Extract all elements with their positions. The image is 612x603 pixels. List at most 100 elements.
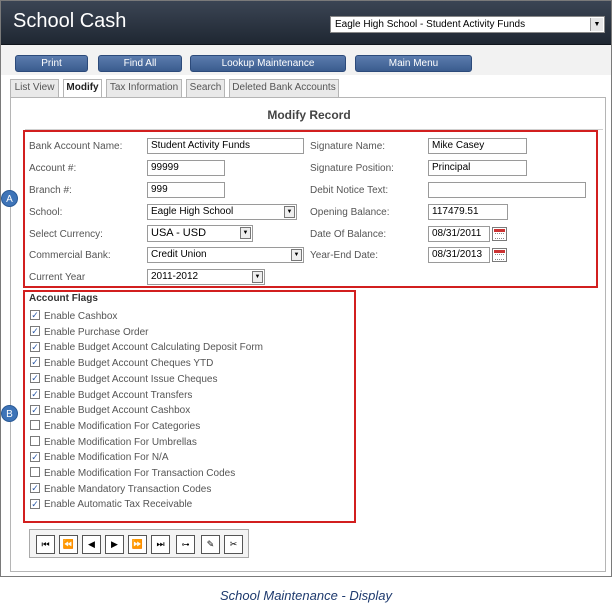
link-icon[interactable]: ⊶	[176, 535, 195, 554]
account-flag-item[interactable]: ✓ Enable Cashbox	[30, 310, 118, 323]
account-flag-item[interactable]: ✓ Enable Budget Account Cashbox	[30, 404, 190, 417]
account-flag-label: Enable Cashbox	[44, 311, 118, 322]
account-flag-item[interactable]: ✓ Enable Modification For N/A	[30, 451, 169, 464]
account-flag-label: Enable Modification For N/A	[44, 452, 169, 464]
checkbox[interactable]: ✓	[30, 326, 40, 337]
chevron-down-icon[interactable]: ▼	[252, 271, 263, 283]
previous-record-icon[interactable]: ◀	[82, 535, 101, 554]
lookup-maintenance-button[interactable]: Lookup Maintenance	[190, 55, 346, 72]
main-menu-button[interactable]: Main Menu	[355, 55, 472, 72]
debit-notice-text-label: Debit Notice Text:	[310, 185, 389, 196]
school-selector-value: Eagle High School - Student Activity Fun…	[335, 19, 526, 30]
app-window: School Cash Eagle High School - Student …	[0, 0, 612, 577]
currency-select[interactable]: USA - USD ▼	[147, 225, 253, 242]
date-of-balance-label: Date Of Balance:	[310, 229, 387, 240]
chevron-down-icon[interactable]: ▼	[291, 249, 302, 261]
checkbox[interactable]: ✓	[30, 341, 40, 352]
signature-position-label: Signature Position:	[310, 163, 394, 174]
bank-account-name-field[interactable]: Student Activity Funds	[147, 138, 304, 154]
branch-number-label: Branch #:	[29, 185, 72, 196]
opening-balance-field[interactable]: 117479.51	[428, 204, 508, 220]
checkbox[interactable]: ✓	[30, 310, 40, 321]
date-of-balance-field[interactable]: 08/31/2011	[428, 226, 490, 242]
figure-caption: School Maintenance - Display	[220, 588, 392, 603]
commercial-bank-label: Commercial Bank:	[29, 250, 111, 261]
commercial-bank-select-value: Credit Union	[151, 249, 207, 260]
checkbox[interactable]	[30, 420, 40, 431]
chevron-down-icon[interactable]: ▼	[284, 206, 295, 218]
next-record-icon[interactable]: ▶	[105, 535, 124, 554]
account-flag-item[interactable]: ✓ Enable Budget Account Calculating Depos…	[30, 341, 264, 354]
tab-tax-information[interactable]: Tax Information	[106, 79, 182, 97]
delete-icon[interactable]: ✂	[224, 535, 243, 554]
select-currency-label: Select Currency:	[29, 229, 103, 240]
last-record-icon[interactable]: ⏭	[151, 535, 170, 554]
current-year-label: Current Year	[29, 272, 86, 283]
school-select-value: Eagle High School	[151, 206, 234, 217]
checkbox[interactable]: ✓	[30, 404, 40, 415]
currency-select-value: USA - USD	[151, 227, 207, 239]
checkbox[interactable]: ✓	[30, 357, 40, 368]
calendar-icon[interactable]	[492, 248, 507, 262]
account-flag-item[interactable]: ✓ Enable Budget Account Transfers	[30, 388, 193, 402]
first-record-icon[interactable]: ⏮	[36, 535, 55, 554]
chevron-down-icon[interactable]: ▼	[240, 227, 251, 239]
account-flags-title: Account Flags	[29, 293, 98, 304]
checkbox[interactable]: ✓	[30, 388, 40, 399]
account-flag-label: Enable Modification For Transaction Code…	[44, 468, 236, 479]
tab-deleted-bank-accounts[interactable]: Deleted Bank Accounts	[229, 79, 339, 97]
account-flag-label: Enable Modification For Umbrellas	[44, 436, 197, 448]
opening-balance-label: Opening Balance:	[310, 207, 390, 218]
app-title: School Cash	[13, 10, 127, 32]
checkbox[interactable]	[30, 435, 40, 446]
school-selector[interactable]: Eagle High School - Student Activity Fun…	[330, 16, 605, 33]
commercial-bank-select[interactable]: Credit Union ▼	[147, 247, 304, 263]
account-flag-item[interactable]: ✓ Enable Automatic Tax Receivable	[30, 498, 193, 511]
nav-bar: Print Find All Lookup Maintenance Main M…	[1, 45, 611, 75]
account-flag-item[interactable]: ✓ Enable Purchase Order	[30, 326, 149, 339]
account-flag-item[interactable]: Enable Modification For Umbrellas	[30, 435, 197, 449]
previous-page-icon[interactable]: ⏪	[59, 535, 78, 554]
account-flag-item[interactable]: ✓ Enable Mandatory Transaction Codes	[30, 483, 211, 496]
debit-notice-text-field[interactable]	[428, 182, 586, 198]
account-number-field[interactable]: 99999	[147, 160, 225, 176]
account-flag-label: Enable Purchase Order	[44, 326, 149, 338]
tab-list-view[interactable]: List View	[10, 79, 59, 97]
app-header: School Cash Eagle High School - Student …	[1, 1, 611, 45]
signature-name-field[interactable]: Mike Casey	[428, 138, 527, 154]
account-flag-label: Enable Budget Account Cheques YTD	[44, 358, 214, 370]
bank-account-name-label: Bank Account Name:	[29, 141, 123, 152]
account-flag-label: Enable Budget Account Calculating Deposi…	[44, 342, 264, 354]
year-end-date-label: Year-End Date:	[310, 250, 379, 261]
account-flag-item[interactable]: Enable Modification For Transaction Code…	[30, 467, 236, 480]
edit-icon[interactable]: ✎	[201, 535, 220, 554]
account-flag-item[interactable]: ✓ Enable Budget Account Issue Cheques	[30, 373, 218, 386]
checkbox[interactable]: ✓	[30, 483, 40, 494]
branch-number-field[interactable]: 999	[147, 182, 225, 198]
account-flag-label: Enable Budget Account Issue Cheques	[44, 373, 218, 385]
account-flag-item[interactable]: ✓ Enable Budget Account Cheques YTD	[30, 357, 214, 370]
checkbox[interactable]: ✓	[30, 373, 40, 384]
tab-modify[interactable]: Modify	[63, 79, 102, 98]
signature-position-field[interactable]: Principal	[428, 160, 527, 176]
school-select[interactable]: Eagle High School ▼	[147, 204, 297, 220]
chevron-down-icon[interactable]: ▼	[590, 18, 603, 31]
checkbox[interactable]: ✓	[30, 451, 40, 462]
account-flag-label: Enable Budget Account Transfers	[44, 389, 193, 401]
print-button[interactable]: Print	[15, 55, 88, 72]
current-year-select-value: 2011-2012	[151, 271, 199, 282]
current-year-select[interactable]: 2011-2012 ▼	[147, 269, 265, 285]
next-page-icon[interactable]: ⏩	[128, 535, 147, 554]
calendar-icon[interactable]	[492, 227, 507, 241]
account-flag-item[interactable]: Enable Modification For Categories	[30, 420, 201, 433]
find-all-button[interactable]: Find All	[98, 55, 182, 72]
tab-search[interactable]: Search	[186, 79, 225, 97]
checkbox[interactable]: ✓	[30, 498, 40, 509]
callout-badge-b: B	[1, 405, 18, 422]
callout-badge-a: A	[1, 190, 18, 207]
account-flag-label: Enable Automatic Tax Receivable	[44, 499, 193, 511]
checkbox[interactable]	[30, 467, 40, 478]
section-title: Modify Record	[267, 108, 351, 122]
account-flag-label: Enable Modification For Categories	[44, 420, 201, 432]
year-end-date-field[interactable]: 08/31/2013	[428, 247, 490, 263]
